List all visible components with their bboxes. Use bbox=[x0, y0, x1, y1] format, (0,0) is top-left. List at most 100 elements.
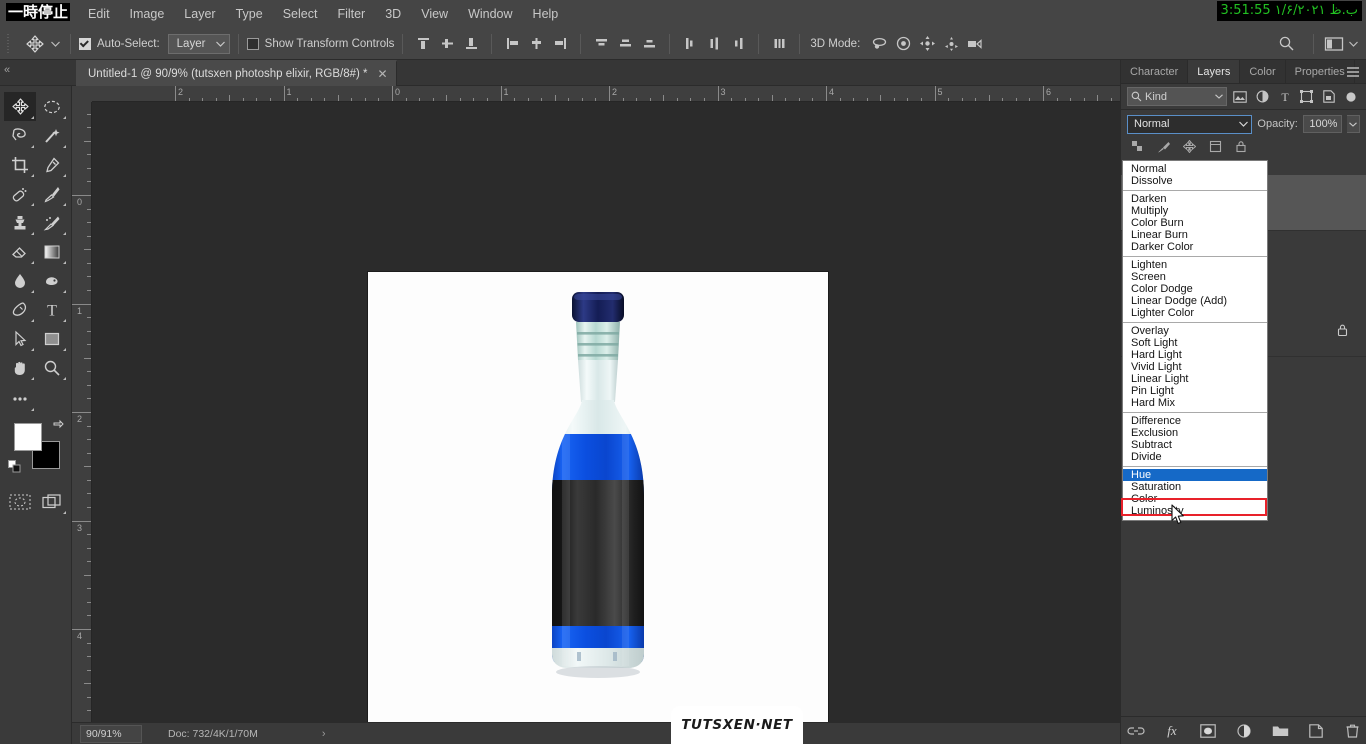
menu-item-window[interactable]: Window bbox=[458, 0, 522, 28]
search-icon[interactable] bbox=[1275, 33, 1297, 55]
filter-pixel-icon[interactable] bbox=[1231, 87, 1249, 107]
menu-item-edit[interactable]: Edit bbox=[78, 0, 120, 28]
menu-item-type[interactable]: Type bbox=[226, 0, 273, 28]
blend-mode-option[interactable]: Difference bbox=[1123, 415, 1267, 427]
blend-mode-option[interactable]: Luminosity bbox=[1123, 505, 1267, 517]
panel-menu-icon[interactable] bbox=[1346, 65, 1360, 83]
collapse-panels-icon[interactable]: « bbox=[4, 64, 10, 76]
menu-item-layer[interactable]: Layer bbox=[174, 0, 225, 28]
gradient-tool[interactable] bbox=[36, 237, 68, 266]
tab-layers[interactable]: Layers bbox=[1188, 60, 1241, 83]
spot-healing-brush-tool[interactable] bbox=[4, 179, 36, 208]
lasso-tool[interactable] bbox=[4, 121, 36, 150]
blend-mode-option[interactable]: Darken bbox=[1123, 193, 1267, 205]
edit-toolbar-icon[interactable] bbox=[4, 384, 36, 413]
blend-mode-option[interactable]: Color Burn bbox=[1123, 217, 1267, 229]
blend-mode-option[interactable]: Color bbox=[1123, 493, 1267, 505]
pen-tool[interactable] bbox=[4, 295, 36, 324]
blend-mode-option[interactable]: Linear Dodge (Add) bbox=[1123, 295, 1267, 307]
magic-wand-tool[interactable] bbox=[36, 121, 68, 150]
menu-item-filter[interactable]: Filter bbox=[327, 0, 375, 28]
blend-mode-option[interactable]: Lighter Color bbox=[1123, 307, 1267, 319]
blend-mode-option[interactable]: Multiply bbox=[1123, 205, 1267, 217]
align-horizontal-centers-icon[interactable] bbox=[525, 33, 547, 55]
brush-tool[interactable] bbox=[36, 179, 68, 208]
lock-image-pixels-icon[interactable] bbox=[1153, 136, 1173, 156]
blend-mode-option[interactable]: Hard Mix bbox=[1123, 397, 1267, 409]
filter-type-icon[interactable]: T bbox=[1276, 87, 1294, 107]
blend-mode-option[interactable]: Exclusion bbox=[1123, 427, 1267, 439]
filter-adjustment-icon[interactable] bbox=[1253, 87, 1271, 107]
foreground-color-swatch[interactable] bbox=[14, 423, 42, 451]
lock-transparent-pixels-icon[interactable] bbox=[1127, 136, 1147, 156]
new-group-icon[interactable] bbox=[1271, 722, 1289, 740]
distribute-horizontal-centers-icon[interactable] bbox=[703, 33, 725, 55]
opacity-field[interactable]: 100% bbox=[1302, 115, 1343, 133]
hand-tool[interactable] bbox=[4, 353, 36, 382]
show-transform-controls-checkbox[interactable] bbox=[246, 37, 259, 50]
quick-mask-icon[interactable] bbox=[4, 487, 36, 516]
blend-mode-option[interactable]: Lighten bbox=[1123, 259, 1267, 271]
zoom-level-field[interactable]: 90/91% bbox=[80, 724, 142, 743]
tab-color[interactable]: Color bbox=[1240, 60, 1286, 83]
menu-item-select[interactable]: Select bbox=[273, 0, 328, 28]
rectangle-tool[interactable] bbox=[36, 324, 68, 353]
crop-tool[interactable] bbox=[4, 150, 36, 179]
blend-mode-option[interactable]: Saturation bbox=[1123, 481, 1267, 493]
blend-mode-option[interactable]: Screen bbox=[1123, 271, 1267, 283]
blur-tool[interactable] bbox=[4, 266, 36, 295]
new-adjustment-layer-icon[interactable] bbox=[1235, 722, 1253, 740]
default-colors-icon[interactable] bbox=[8, 460, 22, 479]
delete-layer-icon[interactable] bbox=[1343, 722, 1361, 740]
link-layers-icon[interactable] bbox=[1127, 722, 1145, 740]
workspace-chevron-icon[interactable] bbox=[1346, 41, 1360, 47]
eyedropper-tool[interactable] bbox=[36, 150, 68, 179]
blend-mode-option[interactable]: Pin Light bbox=[1123, 385, 1267, 397]
menu-item-3d[interactable]: 3D bbox=[375, 0, 411, 28]
screen-mode-icon[interactable] bbox=[36, 487, 68, 516]
blend-mode-dropdown[interactable]: Normal bbox=[1127, 114, 1253, 134]
filter-smart-object-icon[interactable] bbox=[1320, 87, 1338, 107]
add-layer-mask-icon[interactable] bbox=[1199, 722, 1217, 740]
workspace-switcher-icon[interactable] bbox=[1323, 33, 1345, 55]
blend-mode-option[interactable]: Linear Light bbox=[1123, 373, 1267, 385]
blend-mode-option[interactable]: Divide bbox=[1123, 451, 1267, 463]
distribute-top-edges-icon[interactable] bbox=[590, 33, 612, 55]
layer-style-fx-icon[interactable]: fx bbox=[1163, 722, 1181, 740]
document-tab[interactable]: Untitled-1 @ 90/9% (tutsxen photoshp eli… bbox=[76, 60, 397, 86]
filter-toggle-icon[interactable] bbox=[1342, 87, 1360, 107]
orbit-3d-icon[interactable] bbox=[868, 33, 890, 55]
distribute-left-edges-icon[interactable] bbox=[679, 33, 701, 55]
blend-mode-dropdown-list[interactable]: Normal Dissolve Darken Multiply Color Burn Li… bbox=[1122, 160, 1268, 521]
distribute-spacing-icon[interactable] bbox=[768, 33, 790, 55]
clone-stamp-tool[interactable] bbox=[4, 208, 36, 237]
align-left-edges-icon[interactable] bbox=[501, 33, 523, 55]
menu-item-image[interactable]: Image bbox=[120, 0, 175, 28]
blend-mode-option[interactable]: Hue bbox=[1123, 469, 1267, 481]
close-icon[interactable]: ✕ bbox=[378, 68, 388, 80]
tool-preset-chevron-icon[interactable] bbox=[48, 41, 62, 47]
auto-select-checkbox[interactable] bbox=[79, 37, 91, 50]
new-layer-icon[interactable] bbox=[1307, 722, 1325, 740]
eraser-tool[interactable] bbox=[4, 237, 36, 266]
distribute-right-edges-icon[interactable] bbox=[727, 33, 749, 55]
artboard[interactable] bbox=[368, 272, 828, 732]
align-bottom-edges-icon[interactable] bbox=[460, 33, 482, 55]
move-tool[interactable] bbox=[4, 92, 36, 121]
auto-select-target-dropdown[interactable]: Layer bbox=[167, 33, 230, 54]
opacity-chevron-icon[interactable] bbox=[1347, 115, 1360, 133]
align-vertical-centers-icon[interactable] bbox=[436, 33, 458, 55]
menu-item-help[interactable]: Help bbox=[523, 0, 569, 28]
distribute-bottom-edges-icon[interactable] bbox=[638, 33, 660, 55]
tab-properties[interactable]: Properties bbox=[1286, 60, 1355, 83]
blend-mode-option[interactable]: Darker Color bbox=[1123, 241, 1267, 253]
menu-item-view[interactable]: View bbox=[411, 0, 458, 28]
camera-3d-icon[interactable] bbox=[964, 33, 986, 55]
blend-mode-option[interactable]: Normal bbox=[1123, 163, 1267, 175]
lock-position-icon[interactable] bbox=[1179, 136, 1199, 156]
chevron-right-icon[interactable]: › bbox=[322, 728, 326, 740]
swap-colors-icon[interactable] bbox=[52, 419, 64, 434]
layer-filter-kind-dropdown[interactable]: Kind bbox=[1127, 87, 1228, 106]
horizontal-type-tool[interactable]: T bbox=[36, 295, 68, 324]
blend-mode-option[interactable]: Hard Light bbox=[1123, 349, 1267, 361]
